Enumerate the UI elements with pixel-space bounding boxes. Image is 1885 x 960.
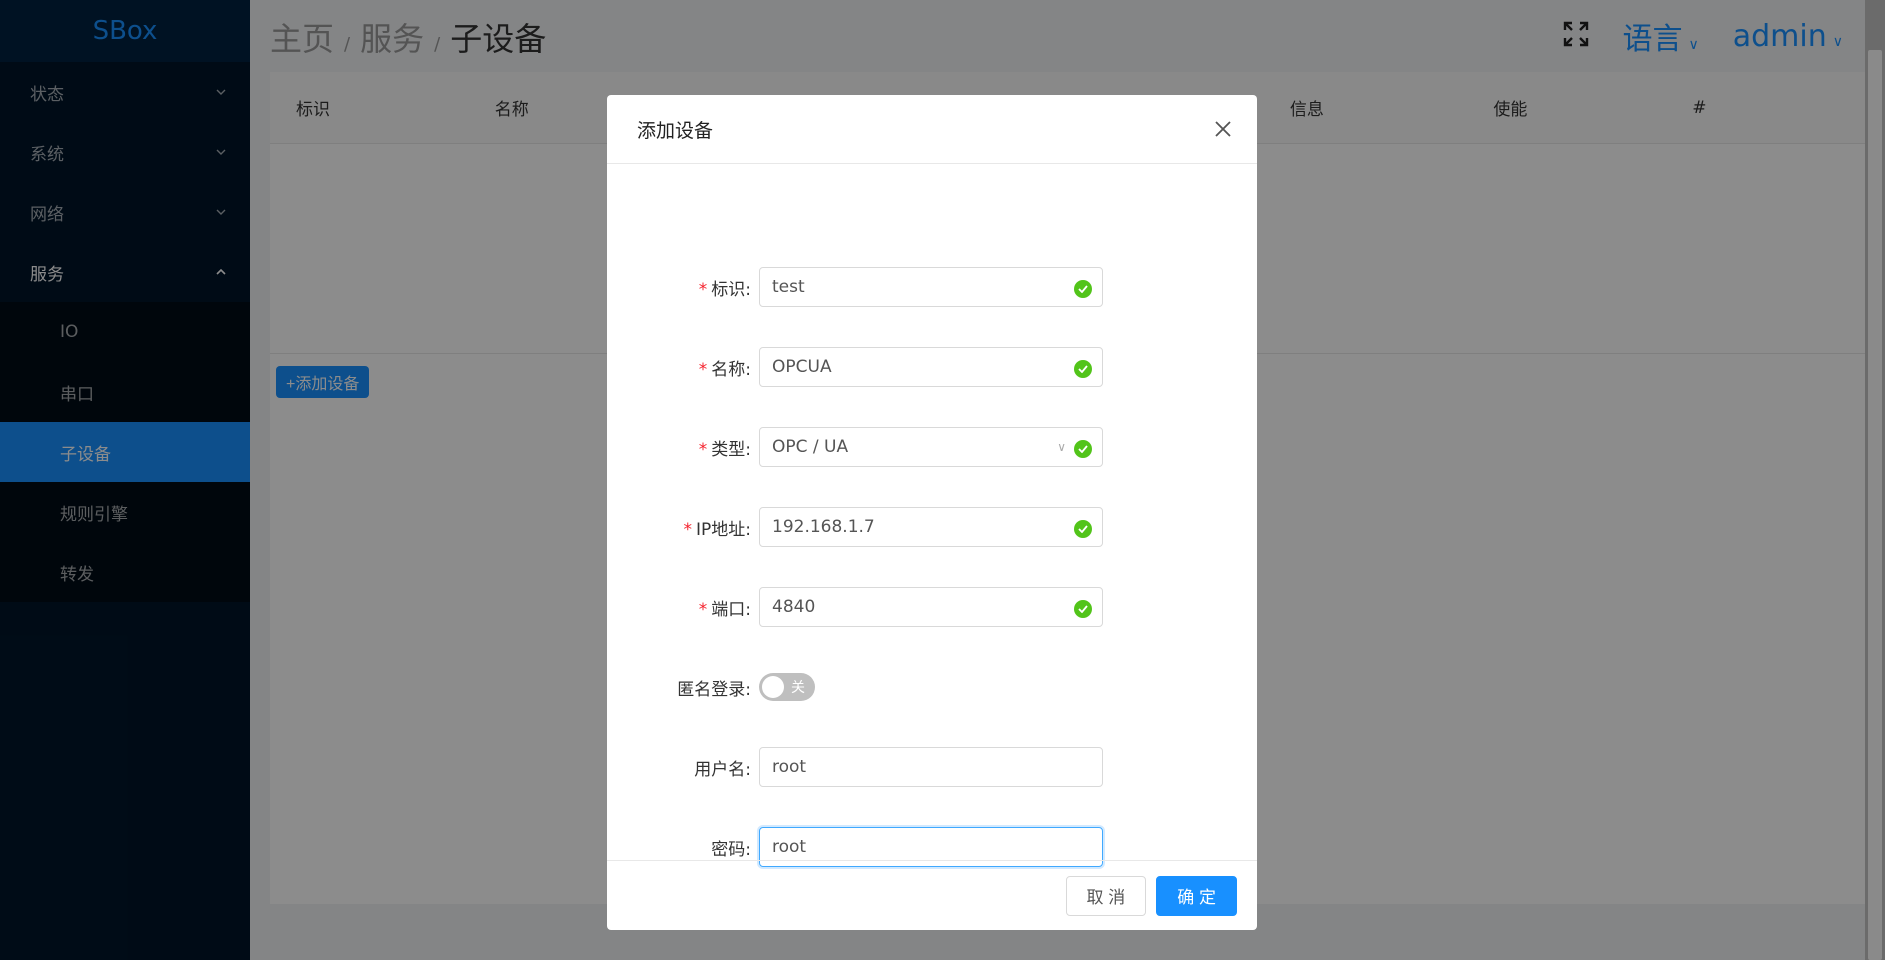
close-icon[interactable] [1213, 119, 1233, 139]
form-label: * 端口: [607, 595, 759, 620]
chevron-down-icon: ∨ [1057, 440, 1066, 454]
field-label: 端口: [711, 599, 751, 620]
input-value: OPCUA [772, 357, 832, 377]
form-label: * 类型: [607, 435, 759, 460]
form-row-type: * 类型: OPC / UA ∨ [607, 427, 1257, 467]
check-circle-icon [1074, 280, 1092, 298]
switch-text: 关 [791, 680, 805, 696]
form-row-port: * 端口: 4840 [607, 587, 1257, 627]
field-label: 名称: [711, 359, 751, 380]
form-row-anonymous: 匿名登录: 关 [607, 667, 1257, 707]
port-input[interactable]: 4840 [759, 587, 1103, 627]
check-circle-icon [1074, 600, 1092, 618]
input-value: 192.168.1.7 [772, 517, 875, 537]
add-device-modal: 添加设备 * 标识: test * 名称: OPCUA * 类型: OPC / UA [607, 95, 1257, 930]
input-value: root [772, 757, 807, 777]
form-label: 匿名登录: [607, 675, 759, 700]
form-row-name: * 名称: OPCUA [607, 347, 1257, 387]
field-label: 密码: [711, 839, 751, 860]
form-label: 密码: [607, 835, 759, 860]
check-circle-icon [1074, 520, 1092, 538]
modal-footer: 取 消 确 定 [607, 860, 1257, 930]
type-select[interactable]: OPC / UA ∨ [759, 427, 1103, 467]
form-label: 用户名: [607, 755, 759, 780]
modal-body: *标识: test *名称: OPCUA *类型: OPC / UA ∨ [607, 164, 1257, 867]
required-mark: * [683, 519, 693, 540]
field-label: 匿名登录: [677, 679, 751, 700]
modal-title: 添加设备 [637, 119, 714, 142]
ok-button[interactable]: 确 定 [1156, 875, 1237, 916]
form-row-username: 用户名: root [607, 747, 1257, 787]
field-label: 类型: [711, 439, 751, 460]
check-circle-icon [1074, 360, 1092, 378]
required-mark: * [698, 439, 708, 460]
field-label: IP地址: [696, 519, 751, 540]
username-input[interactable]: root [759, 747, 1103, 787]
name-input[interactable]: OPCUA [759, 347, 1103, 387]
form-label: * IP地址: [607, 515, 759, 540]
required-mark: * [698, 279, 708, 300]
switch-knob [762, 676, 784, 698]
form-row-ip: * IP地址: 192.168.1.7 [607, 507, 1257, 547]
anonymous-login-switch[interactable]: 关 [759, 673, 815, 701]
select-value: OPC / UA [772, 437, 849, 457]
required-mark: * [698, 599, 708, 620]
check-circle-icon [1074, 440, 1092, 458]
scrollbar-thumb[interactable] [1868, 50, 1882, 960]
form-label: * 标识: [607, 275, 759, 300]
scrollbar[interactable] [1865, 0, 1885, 960]
required-mark: * [698, 359, 708, 380]
form-label: * 名称: [607, 355, 759, 380]
input-value: 4840 [772, 597, 816, 617]
modal-header: 添加设备 [607, 95, 1257, 164]
form-row-id: * 标识: test [607, 267, 1257, 307]
input-value: root [772, 837, 807, 857]
id-input[interactable]: test [759, 267, 1103, 307]
cancel-button[interactable]: 取 消 [1065, 875, 1147, 916]
field-label: 标识: [711, 279, 751, 300]
ip-input[interactable]: 192.168.1.7 [759, 507, 1103, 547]
input-value: test [772, 277, 805, 297]
field-label: 用户名: [694, 759, 751, 780]
